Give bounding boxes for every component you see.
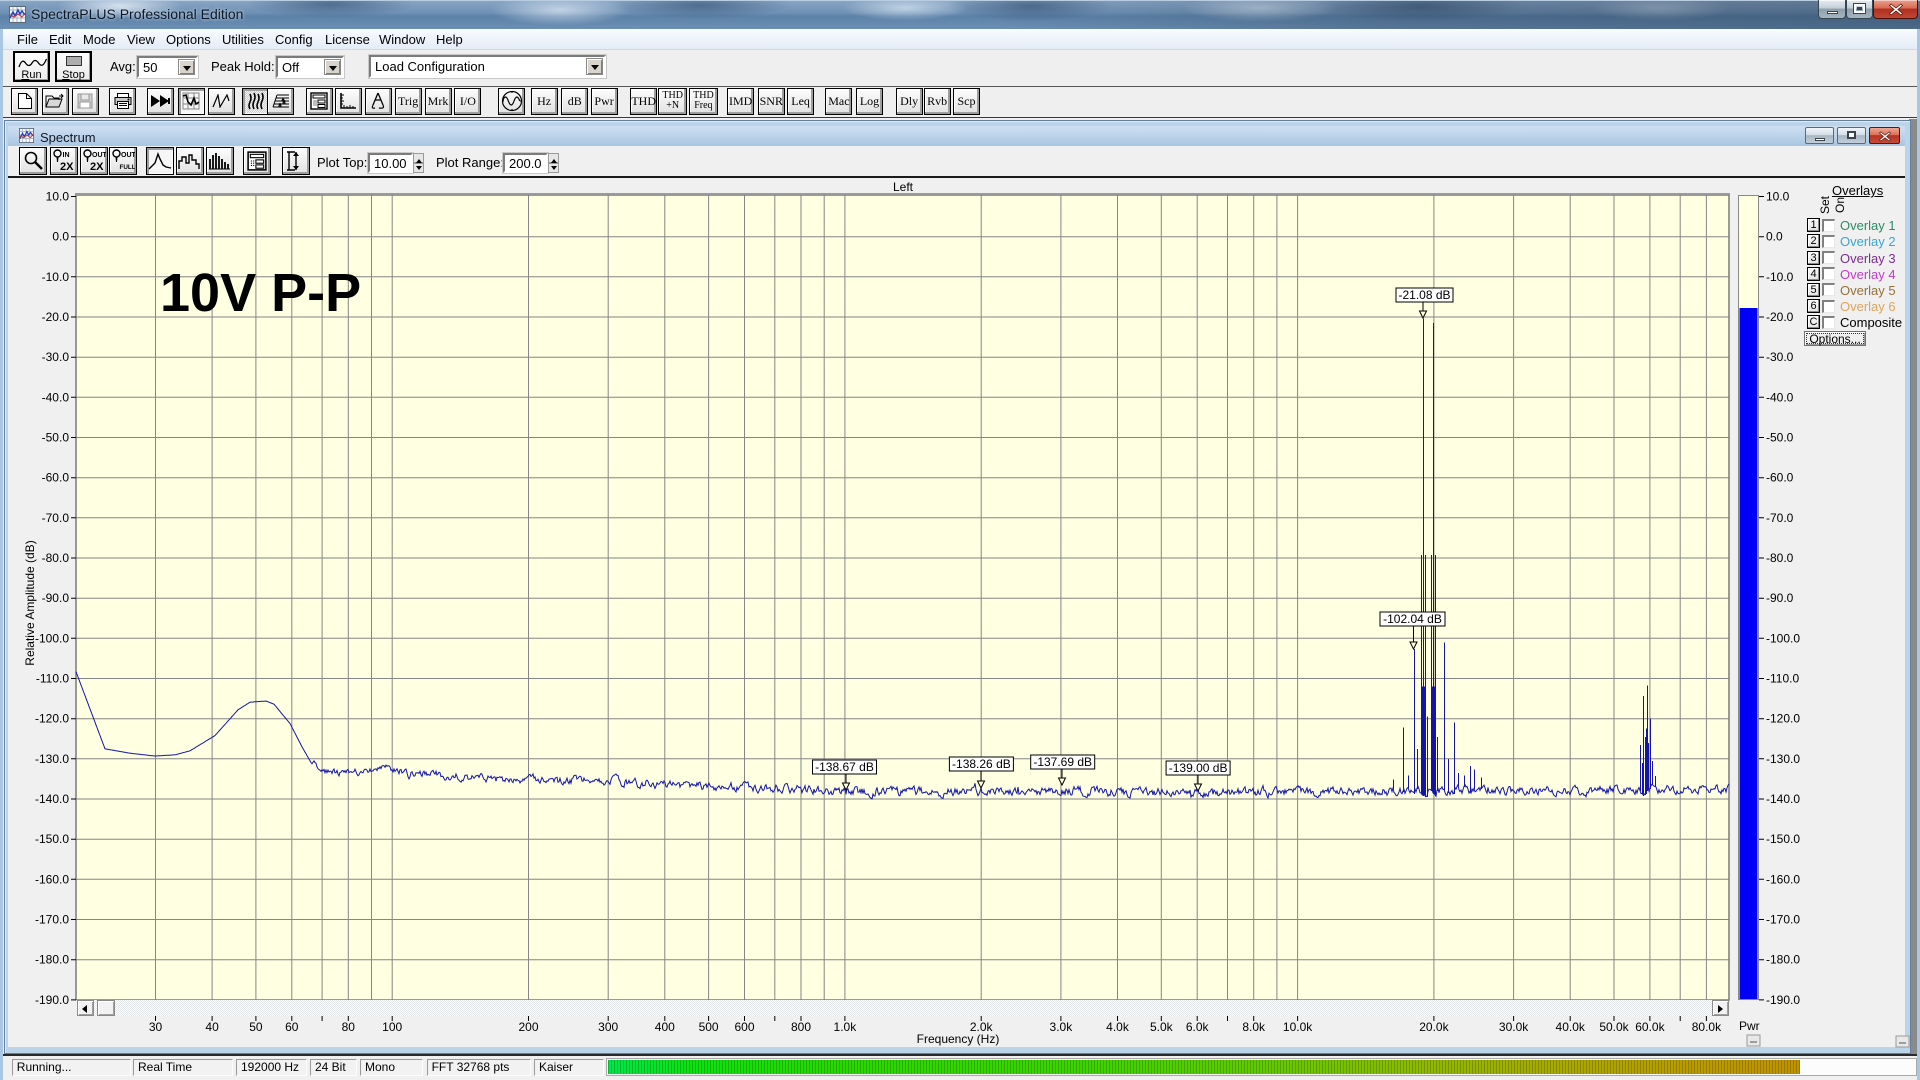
svg-text:-130.0: -130.0 (35, 752, 69, 766)
svg-text:3.0k: 3.0k (1050, 1020, 1074, 1034)
svg-text:500: 500 (699, 1020, 719, 1034)
svg-text:-138.26 dB: -138.26 dB (952, 757, 1011, 771)
svg-text:-20.0: -20.0 (42, 310, 70, 324)
svg-text:10.0: 10.0 (1766, 190, 1790, 204)
svg-text:30.0k: 30.0k (1499, 1020, 1529, 1034)
svg-text:-160.0: -160.0 (1766, 872, 1800, 886)
svg-text:-180.0: -180.0 (35, 953, 69, 967)
svg-text:-138.67 dB: -138.67 dB (815, 760, 874, 774)
svg-text:8.0k: 8.0k (1242, 1020, 1266, 1034)
svg-text:0.0: 0.0 (52, 230, 69, 244)
svg-text:-80.0: -80.0 (42, 551, 70, 565)
svg-text:50: 50 (249, 1020, 263, 1034)
svg-text:-150.0: -150.0 (1766, 832, 1800, 846)
svg-text:-40.0: -40.0 (42, 390, 70, 404)
svg-text:Frequency (Hz): Frequency (Hz) (917, 1032, 1000, 1046)
svg-text:-21.08 dB: -21.08 dB (1398, 288, 1450, 302)
svg-text:80.0k: 80.0k (1692, 1020, 1722, 1034)
svg-text:-180.0: -180.0 (1766, 953, 1800, 967)
svg-text:-20.0: -20.0 (1766, 310, 1794, 324)
svg-text:-139.00 dB: -139.00 dB (1169, 761, 1228, 775)
svg-text:6.0k: 6.0k (1186, 1020, 1210, 1034)
svg-text:-100.0: -100.0 (1766, 631, 1800, 645)
svg-text:50.0k: 50.0k (1599, 1020, 1629, 1034)
svg-text:-10.0: -10.0 (1766, 270, 1794, 284)
svg-text:-170.0: -170.0 (1766, 913, 1800, 927)
svg-text:300: 300 (598, 1020, 618, 1034)
svg-text:0.0: 0.0 (1766, 230, 1783, 244)
svg-text:-30.0: -30.0 (42, 350, 70, 364)
svg-text:-100.0: -100.0 (35, 631, 69, 645)
svg-text:-190.0: -190.0 (1766, 993, 1800, 1007)
svg-text:4.0k: 4.0k (1106, 1020, 1130, 1034)
svg-text:-170.0: -170.0 (35, 913, 69, 927)
svg-text:-110.0: -110.0 (36, 672, 69, 686)
svg-text:-120.0: -120.0 (1766, 712, 1800, 726)
svg-text:60: 60 (285, 1020, 299, 1034)
svg-text:400: 400 (655, 1020, 675, 1034)
svg-text:-140.0: -140.0 (35, 792, 69, 806)
svg-text:-102.04 dB: -102.04 dB (1383, 612, 1442, 626)
svg-text:-137.69 dB: -137.69 dB (1033, 755, 1092, 769)
svg-text:40.0k: 40.0k (1556, 1020, 1586, 1034)
svg-text:800: 800 (791, 1020, 811, 1034)
svg-text:-70.0: -70.0 (42, 511, 70, 525)
svg-text:-40.0: -40.0 (1766, 390, 1794, 404)
svg-text:-60.0: -60.0 (42, 471, 70, 485)
svg-text:-50.0: -50.0 (1766, 431, 1794, 445)
svg-text:-10.0: -10.0 (42, 270, 70, 284)
svg-text:-30.0: -30.0 (1766, 350, 1794, 364)
svg-text:-120.0: -120.0 (35, 712, 69, 726)
svg-text:-70.0: -70.0 (1766, 511, 1794, 525)
svg-text:-110.0: -110.0 (1766, 672, 1799, 686)
svg-text:-140.0: -140.0 (1766, 792, 1800, 806)
svg-text:-50.0: -50.0 (42, 431, 70, 445)
svg-text:-90.0: -90.0 (42, 591, 70, 605)
svg-text:-80.0: -80.0 (1766, 551, 1794, 565)
svg-text:1.0k: 1.0k (834, 1020, 858, 1034)
svg-text:10.0k: 10.0k (1283, 1020, 1313, 1034)
svg-text:-130.0: -130.0 (1766, 752, 1800, 766)
svg-text:Pwr: Pwr (1739, 1019, 1760, 1033)
svg-text:600: 600 (734, 1020, 754, 1034)
svg-text:60.0k: 60.0k (1635, 1020, 1665, 1034)
svg-text:80: 80 (342, 1020, 356, 1034)
svg-text:-160.0: -160.0 (35, 872, 69, 886)
svg-text:40: 40 (205, 1020, 219, 1034)
svg-text:-90.0: -90.0 (1766, 591, 1794, 605)
svg-text:200: 200 (518, 1020, 538, 1034)
svg-text:5.0k: 5.0k (1150, 1020, 1174, 1034)
svg-text:20.0k: 20.0k (1419, 1020, 1449, 1034)
svg-text:-60.0: -60.0 (1766, 471, 1794, 485)
svg-text:-190.0: -190.0 (35, 993, 69, 1007)
svg-text:-150.0: -150.0 (35, 832, 69, 846)
svg-text:100: 100 (382, 1020, 402, 1034)
svg-text:10.0: 10.0 (46, 190, 70, 204)
svg-text:30: 30 (149, 1020, 163, 1034)
